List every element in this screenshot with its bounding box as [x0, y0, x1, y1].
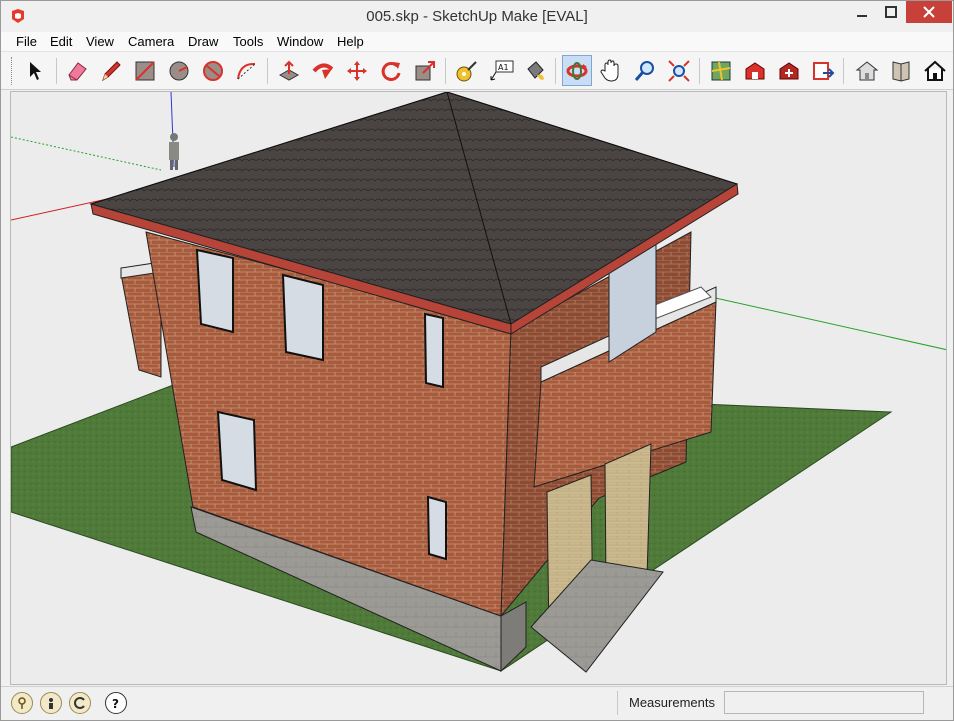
- menu-window[interactable]: Window: [277, 34, 323, 49]
- arc-icon: [237, 62, 256, 79]
- toolbar-separator: [843, 58, 844, 84]
- toolbar-separator: [699, 58, 700, 84]
- menu-camera[interactable]: Camera: [128, 34, 174, 49]
- move-tool-button[interactable]: [342, 55, 372, 86]
- arrow-cursor-icon: [30, 61, 41, 80]
- pan-tool-button[interactable]: [596, 55, 626, 86]
- license-icon[interactable]: [69, 692, 91, 714]
- circle-tool-button[interactable]: [164, 55, 194, 86]
- rectangle-tool-button[interactable]: [130, 55, 160, 86]
- rotate-tool-button[interactable]: [376, 55, 406, 86]
- toolbar-separator: [555, 58, 556, 84]
- credits-icon[interactable]: [40, 692, 62, 714]
- follow-me-tool-button[interactable]: [308, 55, 338, 86]
- tape-measure-icon: [456, 60, 477, 81]
- sketchup-window: 005.skp - SketchUp Make [EVAL] File Edit…: [0, 0, 954, 721]
- warehouse-icon: [745, 61, 765, 79]
- minimize-icon: [857, 15, 867, 17]
- scale-icon: [415, 60, 435, 80]
- main-toolbar: A1: [1, 52, 953, 90]
- maximize-button[interactable]: [877, 1, 905, 23]
- window: [195, 248, 234, 334]
- arc-tool-button[interactable]: [232, 55, 262, 86]
- menu-file[interactable]: File: [16, 34, 37, 49]
- menu-help[interactable]: Help: [337, 34, 364, 49]
- green-axis-line: [710, 296, 946, 351]
- polygon-tool-button[interactable]: [198, 55, 228, 86]
- menu-tools[interactable]: Tools: [233, 34, 263, 49]
- push-pull-tool-button[interactable]: [274, 55, 304, 86]
- share-model-tool-button[interactable]: [808, 55, 838, 86]
- move-icon: [347, 60, 367, 81]
- book-icon: [892, 60, 910, 82]
- orbit-tool-button[interactable]: [562, 55, 592, 86]
- line-tool-button[interactable]: [96, 55, 126, 86]
- zoom-extents-icon: [668, 59, 690, 82]
- window: [423, 312, 444, 389]
- polygon-icon: [203, 60, 223, 81]
- toolbar-separator: [56, 58, 57, 84]
- toolbar-separator: [267, 58, 268, 84]
- follow-me-icon: [312, 63, 334, 79]
- home-icon: [924, 60, 946, 81]
- measurements-input[interactable]: [724, 691, 924, 714]
- select-tool-button[interactable]: [20, 55, 50, 86]
- geo-location-icon[interactable]: [11, 692, 33, 714]
- rotate-icon: [381, 61, 401, 81]
- toolbar-grip[interactable]: [11, 57, 14, 85]
- orbit-icon: [566, 61, 588, 80]
- status-bar: ? Measurements: [1, 686, 953, 720]
- zoom-extents-tool-button[interactable]: [664, 55, 694, 86]
- share-icon: [813, 61, 835, 80]
- text-icon: A1: [490, 60, 514, 80]
- component-tool-button[interactable]: [852, 55, 882, 86]
- eraser-icon: [68, 61, 87, 80]
- extension-warehouse-tool-button[interactable]: [774, 55, 804, 86]
- close-button[interactable]: [906, 1, 952, 23]
- rectangle-icon: [135, 60, 155, 81]
- close-icon: [923, 6, 935, 18]
- layout-tool-button[interactable]: [886, 55, 916, 86]
- add-location-tool-button[interactable]: [706, 55, 736, 86]
- menu-bar: File Edit View Camera Draw Tools Window …: [1, 32, 953, 52]
- drawing-viewport[interactable]: [10, 91, 947, 685]
- window-title: 005.skp - SketchUp Make [EVAL]: [366, 8, 588, 25]
- status-separator: [617, 691, 618, 715]
- title-bar[interactable]: 005.skp - SketchUp Make [EVAL]: [1, 1, 953, 32]
- green-axis-dashed: [11, 136, 162, 171]
- eraser-tool-button[interactable]: [62, 55, 92, 86]
- paint-bucket-tool-button[interactable]: [520, 55, 550, 86]
- window: [216, 410, 258, 492]
- map-icon: [711, 61, 731, 80]
- circle-icon: [169, 61, 189, 80]
- window: [426, 495, 447, 561]
- help-icon[interactable]: ?: [105, 692, 127, 714]
- 3d-warehouse-tool-button[interactable]: [740, 55, 770, 86]
- scale-tool-button[interactable]: [410, 55, 440, 86]
- svg-text:A1: A1: [498, 63, 509, 72]
- hand-icon: [600, 58, 619, 82]
- measurements-label: Measurements: [629, 695, 715, 710]
- home-tool-button[interactable]: [920, 55, 950, 86]
- svg-text:?: ?: [112, 697, 119, 710]
- model-scene[interactable]: [11, 92, 947, 685]
- house-component-icon: [855, 60, 879, 80]
- menu-draw[interactable]: Draw: [188, 34, 218, 49]
- magnifier-icon: [634, 60, 654, 81]
- minimize-button[interactable]: [847, 1, 877, 23]
- menu-edit[interactable]: Edit: [50, 34, 72, 49]
- tape-measure-tool-button[interactable]: [452, 55, 482, 86]
- push-pull-icon: [278, 60, 300, 81]
- toolbar-separator: [445, 58, 446, 84]
- text-tool-button[interactable]: A1: [486, 55, 516, 86]
- menu-view[interactable]: View: [86, 34, 114, 49]
- window: [281, 273, 324, 362]
- zoom-tool-button[interactable]: [630, 55, 660, 86]
- maximize-icon: [885, 6, 897, 18]
- extension-icon: [779, 61, 799, 79]
- pencil-icon: [102, 60, 121, 81]
- paint-bucket-icon: [527, 60, 544, 80]
